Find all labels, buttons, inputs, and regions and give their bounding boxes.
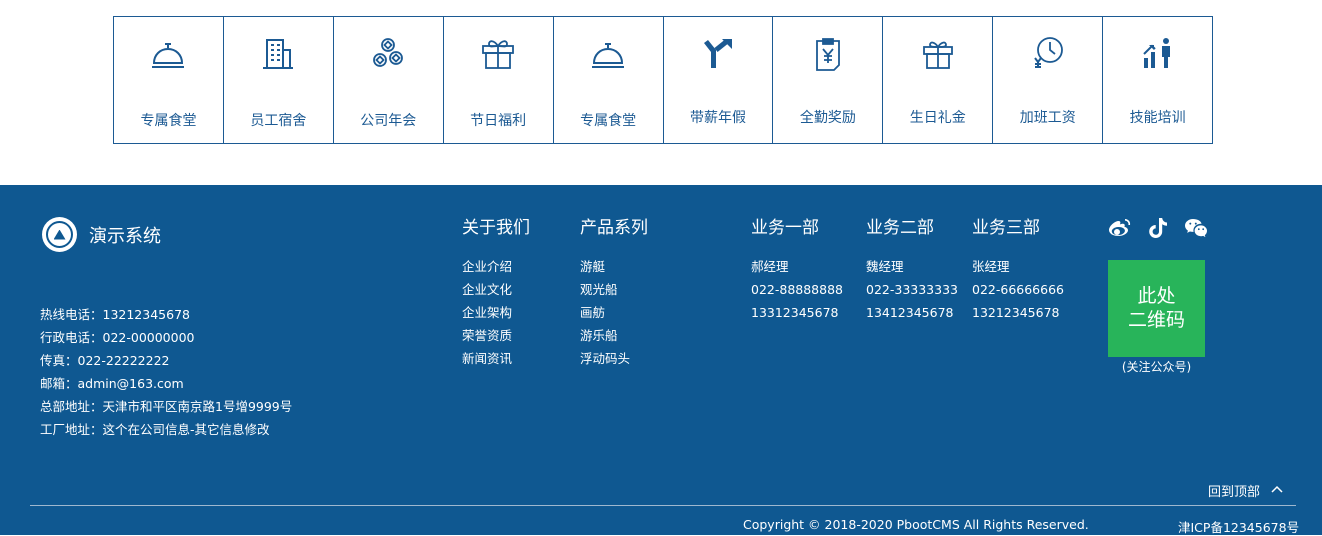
- social-links: [1107, 215, 1208, 240]
- department-two-column: 业务二部 魏经理 022-33333333 13412345678: [866, 213, 958, 324]
- site-footer: 演示系统 热线电话：13212345678 行政电话：022-00000000 …: [0, 185, 1322, 535]
- logo-icon: [42, 217, 77, 252]
- road-sign-icon: [699, 35, 737, 73]
- benefit-item-annual-party[interactable]: 公司年会: [334, 17, 444, 143]
- benefit-item-dorm[interactable]: 员工宿舍: [224, 17, 334, 143]
- about-title: 关于我们: [462, 218, 530, 238]
- benefit-label: 全勤奖励: [799, 110, 856, 126]
- benefit-label: 公司年会: [360, 113, 417, 129]
- department-title: 业务一部: [751, 218, 819, 238]
- benefit-label: 生日礼金: [909, 110, 966, 126]
- benefit-item-skill-training[interactable]: 技能培训: [1103, 17, 1212, 143]
- factory-address-text: 工厂地址：这个在公司信息-其它信息修改: [40, 422, 270, 437]
- benefit-label: 带薪年假: [689, 110, 746, 126]
- about-link[interactable]: 企业文化: [462, 278, 530, 301]
- department-title: 业务二部: [866, 218, 934, 238]
- wechat-icon[interactable]: [1183, 215, 1208, 240]
- benefit-item-birthday-gift[interactable]: 生日礼金: [883, 17, 994, 143]
- product-link[interactable]: 画舫: [580, 301, 648, 324]
- qr-code: 此处 二维码: [1108, 260, 1205, 357]
- department-phone: 022-66666666: [972, 282, 1064, 297]
- department-manager: 魏经理: [866, 259, 904, 274]
- department-phone: 022-88888888: [751, 282, 843, 297]
- back-to-top-button[interactable]: 回到顶部: [1208, 481, 1284, 500]
- benefit-item-holiday-welfare[interactable]: 节日福利: [444, 17, 554, 143]
- department-three-column: 业务三部 张经理 022-66666666 13212345678: [972, 213, 1064, 324]
- about-link[interactable]: 荣誉资质: [462, 324, 530, 347]
- tiktok-icon[interactable]: [1145, 215, 1170, 240]
- benefit-item-canteen-2[interactable]: 专属食堂: [554, 17, 664, 143]
- qr-caption: (关注公众号): [1121, 360, 1192, 374]
- about-column: 关于我们 企业介绍 企业文化 企业架构 荣誉资质 新闻资讯: [462, 213, 530, 370]
- copyright-text: Copyright © 2018-2020 PbootCMS All Right…: [743, 517, 1089, 532]
- benefits-strip: 专属食堂 员工宿舍 公司年会 节日福利 专属食堂 带薪年假 全勤奖励 生日礼金 …: [113, 16, 1213, 144]
- brand-name: 演示系统: [89, 225, 161, 247]
- department-one-column: 业务一部 郝经理 022-88888888 13312345678: [751, 213, 843, 324]
- coins-icon: [369, 35, 407, 73]
- contact-info: 热线电话：13212345678 行政电话：022-00000000 传真：02…: [40, 303, 292, 441]
- department-mobile: 13412345678: [866, 305, 954, 320]
- yen-clipboard-icon: [809, 35, 847, 73]
- hotline-text: 热线电话：13212345678: [40, 307, 190, 322]
- qr-text-line: 二维码: [1127, 309, 1185, 331]
- icp-link[interactable]: 津ICP备12345678号: [1178, 517, 1299, 536]
- products-title: 产品系列: [580, 218, 648, 238]
- cloche-icon: [149, 35, 187, 73]
- benefit-item-paid-leave[interactable]: 带薪年假: [664, 17, 774, 143]
- admin-phone-text: 行政电话：022-00000000: [40, 330, 195, 345]
- clock-yen-icon: [1029, 35, 1067, 73]
- weibo-icon[interactable]: [1107, 215, 1132, 240]
- cloche-icon: [589, 35, 627, 73]
- department-manager: 张经理: [972, 259, 1010, 274]
- about-link[interactable]: 新闻资讯: [462, 347, 530, 370]
- product-link[interactable]: 浮动码头: [580, 347, 648, 370]
- email-text: 邮箱：admin@163.com: [40, 376, 184, 391]
- product-link[interactable]: 游艇: [580, 255, 648, 278]
- footer-brand[interactable]: 演示系统: [42, 217, 161, 252]
- qr-text-line: 此处: [1137, 285, 1176, 307]
- footer-divider: [30, 505, 1296, 506]
- product-link[interactable]: 游乐船: [580, 324, 648, 347]
- department-title: 业务三部: [972, 218, 1040, 238]
- chevron-up-icon: [1270, 483, 1284, 498]
- back-to-top-label: 回到顶部: [1208, 485, 1261, 500]
- products-column: 产品系列 游艇 观光船 画舫 游乐船 浮动码头: [580, 213, 648, 370]
- benefit-label: 员工宿舍: [250, 113, 307, 129]
- benefit-item-canteen[interactable]: 专属食堂: [114, 17, 224, 143]
- department-phone: 022-33333333: [866, 282, 958, 297]
- about-link[interactable]: 企业架构: [462, 301, 530, 324]
- building-icon: [259, 35, 297, 73]
- gift-box-icon: [479, 35, 517, 73]
- benefit-label: 节日福利: [470, 113, 527, 129]
- benefit-item-attendance-bonus[interactable]: 全勤奖励: [773, 17, 884, 143]
- department-manager: 郝经理: [751, 259, 789, 274]
- benefit-item-overtime-pay[interactable]: 加班工资: [993, 17, 1104, 143]
- product-link[interactable]: 观光船: [580, 278, 648, 301]
- department-mobile: 13312345678: [751, 305, 839, 320]
- hq-address-text: 总部地址：天津市和平区南京路1号增9999号: [40, 399, 293, 414]
- growth-person-icon: [1139, 35, 1177, 73]
- benefit-label: 加班工资: [1019, 110, 1076, 126]
- about-link[interactable]: 企业介绍: [462, 255, 530, 278]
- benefit-label: 专属食堂: [580, 113, 637, 129]
- benefit-label: 专属食堂: [140, 113, 197, 129]
- department-mobile: 13212345678: [972, 305, 1060, 320]
- benefit-label: 技能培训: [1129, 110, 1186, 126]
- fax-text: 传真：022-22222222: [40, 353, 170, 368]
- gift-icon: [919, 35, 957, 73]
